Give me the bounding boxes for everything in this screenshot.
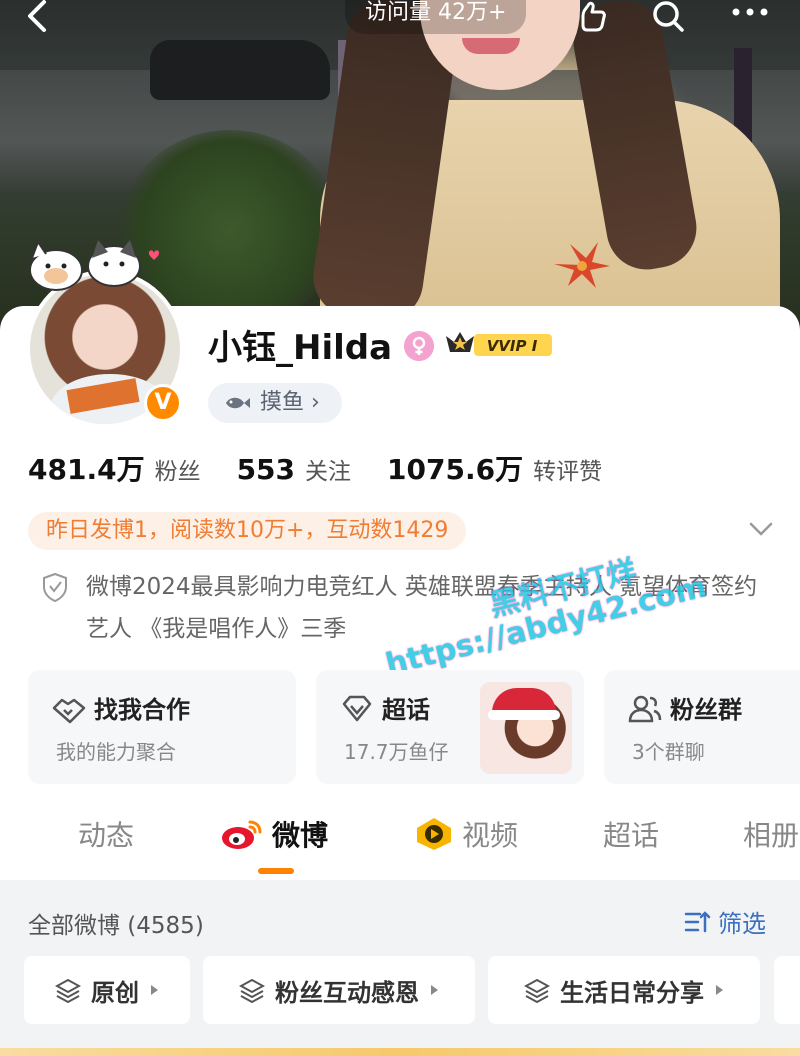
cover-car	[150, 40, 330, 100]
female-gender-icon	[404, 331, 434, 361]
cover-flower	[554, 242, 610, 288]
chip-original-label: 原创	[91, 978, 139, 1007]
stat-likes[interactable]: 1075.6万 转评赞	[387, 448, 602, 488]
profile-name: 小钰_Hilda	[208, 328, 393, 368]
verified-shield-icon	[43, 572, 67, 602]
chip-more[interactable]	[774, 956, 800, 1024]
cover-lips	[462, 38, 520, 54]
top-nav: 访问量 42万+	[0, 0, 800, 40]
feature-title-fan-group: 粉丝群	[670, 696, 742, 724]
feature-subtitle-cooperate: 我的能力聚合	[56, 740, 176, 764]
tab-feed-label: 动态	[78, 819, 135, 852]
chip-daily-life[interactable]: 生活日常分享	[488, 956, 760, 1024]
chip-daily-life-label: 生活日常分享	[560, 978, 704, 1007]
vip-label: VVIP I	[487, 337, 538, 355]
handshake-icon	[52, 698, 86, 724]
chip-original[interactable]: 原创	[24, 956, 190, 1024]
stats-row: 481.4万 粉丝 553 关注 1075.6万 转评赞	[28, 448, 638, 488]
stat-fans-value: 481.4万	[28, 453, 145, 486]
supertopic-thumbnail	[480, 682, 572, 774]
feature-title-supertopic: 超话	[382, 696, 430, 724]
video-play-icon	[417, 818, 451, 850]
all-posts-count: 全部微博 (4585)	[28, 913, 204, 939]
like-hand-icon[interactable]	[575, 0, 611, 34]
filter-icon	[684, 910, 711, 932]
stat-fans-label: 粉丝	[154, 459, 201, 485]
mood-tag-label: 摸鱼 ›	[260, 390, 320, 415]
caret-right-icon	[716, 985, 723, 995]
chip-fan-interaction-label: 粉丝互动感恩	[275, 978, 419, 1007]
feature-subtitle-supertopic: 17.7万鱼仔	[344, 740, 449, 764]
stat-fans[interactable]: 481.4万 粉丝	[28, 448, 201, 488]
layers-icon	[524, 978, 550, 1003]
chevron-down-icon[interactable]	[748, 518, 774, 540]
caret-right-icon	[151, 985, 158, 995]
search-icon[interactable]	[650, 0, 686, 34]
profile-tabs: 动态 微博 视频 超话 相册	[0, 806, 800, 878]
vip-badge-icon[interactable]: VVIP I	[444, 328, 554, 360]
visit-count: 访问量 42万+	[345, 0, 527, 34]
feature-subtitle-fan-group: 3个群聊	[632, 740, 705, 764]
active-tab-indicator	[258, 868, 294, 874]
layers-icon	[55, 978, 81, 1003]
stat-likes-label: 转评赞	[533, 459, 603, 485]
posts-section: 全部微博 (4585) 筛选 原创 粉丝互动感恩 生活日常分享	[0, 880, 800, 1056]
diamond-icon	[342, 695, 372, 722]
stat-following-value: 553	[236, 453, 296, 486]
more-options-icon[interactable]	[730, 0, 770, 30]
weibo-logo-icon	[222, 820, 262, 849]
back-arrow-icon[interactable]	[20, 0, 56, 34]
tab-feed[interactable]: 动态	[78, 814, 134, 854]
tab-weibo-label: 微博	[272, 819, 329, 852]
feature-card-cooperate[interactable]: 找我合作 我的能力聚合	[28, 670, 296, 784]
activity-summary: 昨日发博1，阅读数10万+，互动数1429	[28, 512, 467, 550]
caret-right-icon	[431, 985, 438, 995]
tab-video-label: 视频	[462, 819, 519, 852]
chip-fan-interaction[interactable]: 粉丝互动感恩	[203, 956, 475, 1024]
bio-text: 微博2024最具影响力电竞红人 英雄联盟春季主持人 氪望体育签约艺人 《我是唱作…	[86, 574, 758, 642]
stat-likes-value: 1075.6万	[387, 453, 524, 486]
tab-supertopic[interactable]: 超话	[603, 814, 659, 854]
fish-icon	[226, 397, 250, 409]
stat-following[interactable]: 553 关注	[237, 452, 351, 486]
stat-following-label: 关注	[305, 459, 352, 485]
avatar-pet-stickers-icon	[29, 239, 160, 291]
feature-card-supertopic[interactable]: 超话 17.7万鱼仔	[316, 670, 584, 784]
tab-supertopic-label: 超话	[603, 819, 660, 852]
feature-card-fan-group[interactable]: 粉丝群 3个群聊	[604, 670, 800, 784]
verified-badge: V	[144, 384, 182, 422]
group-users-icon	[628, 695, 662, 723]
tab-album-label: 相册	[743, 819, 800, 852]
layers-icon	[239, 978, 265, 1003]
tab-video[interactable]: 视频	[414, 814, 518, 854]
tab-album[interactable]: 相册	[743, 814, 799, 854]
next-post-edge	[0, 1048, 800, 1056]
tab-weibo[interactable]: 微博	[220, 814, 328, 854]
filter-button[interactable]: 筛选	[684, 904, 766, 939]
avatar-block[interactable]: V	[22, 239, 192, 428]
filter-label: 筛选	[718, 910, 766, 938]
mood-tag[interactable]: 摸鱼 ›	[208, 383, 342, 423]
feature-title-cooperate: 找我合作	[94, 696, 190, 724]
